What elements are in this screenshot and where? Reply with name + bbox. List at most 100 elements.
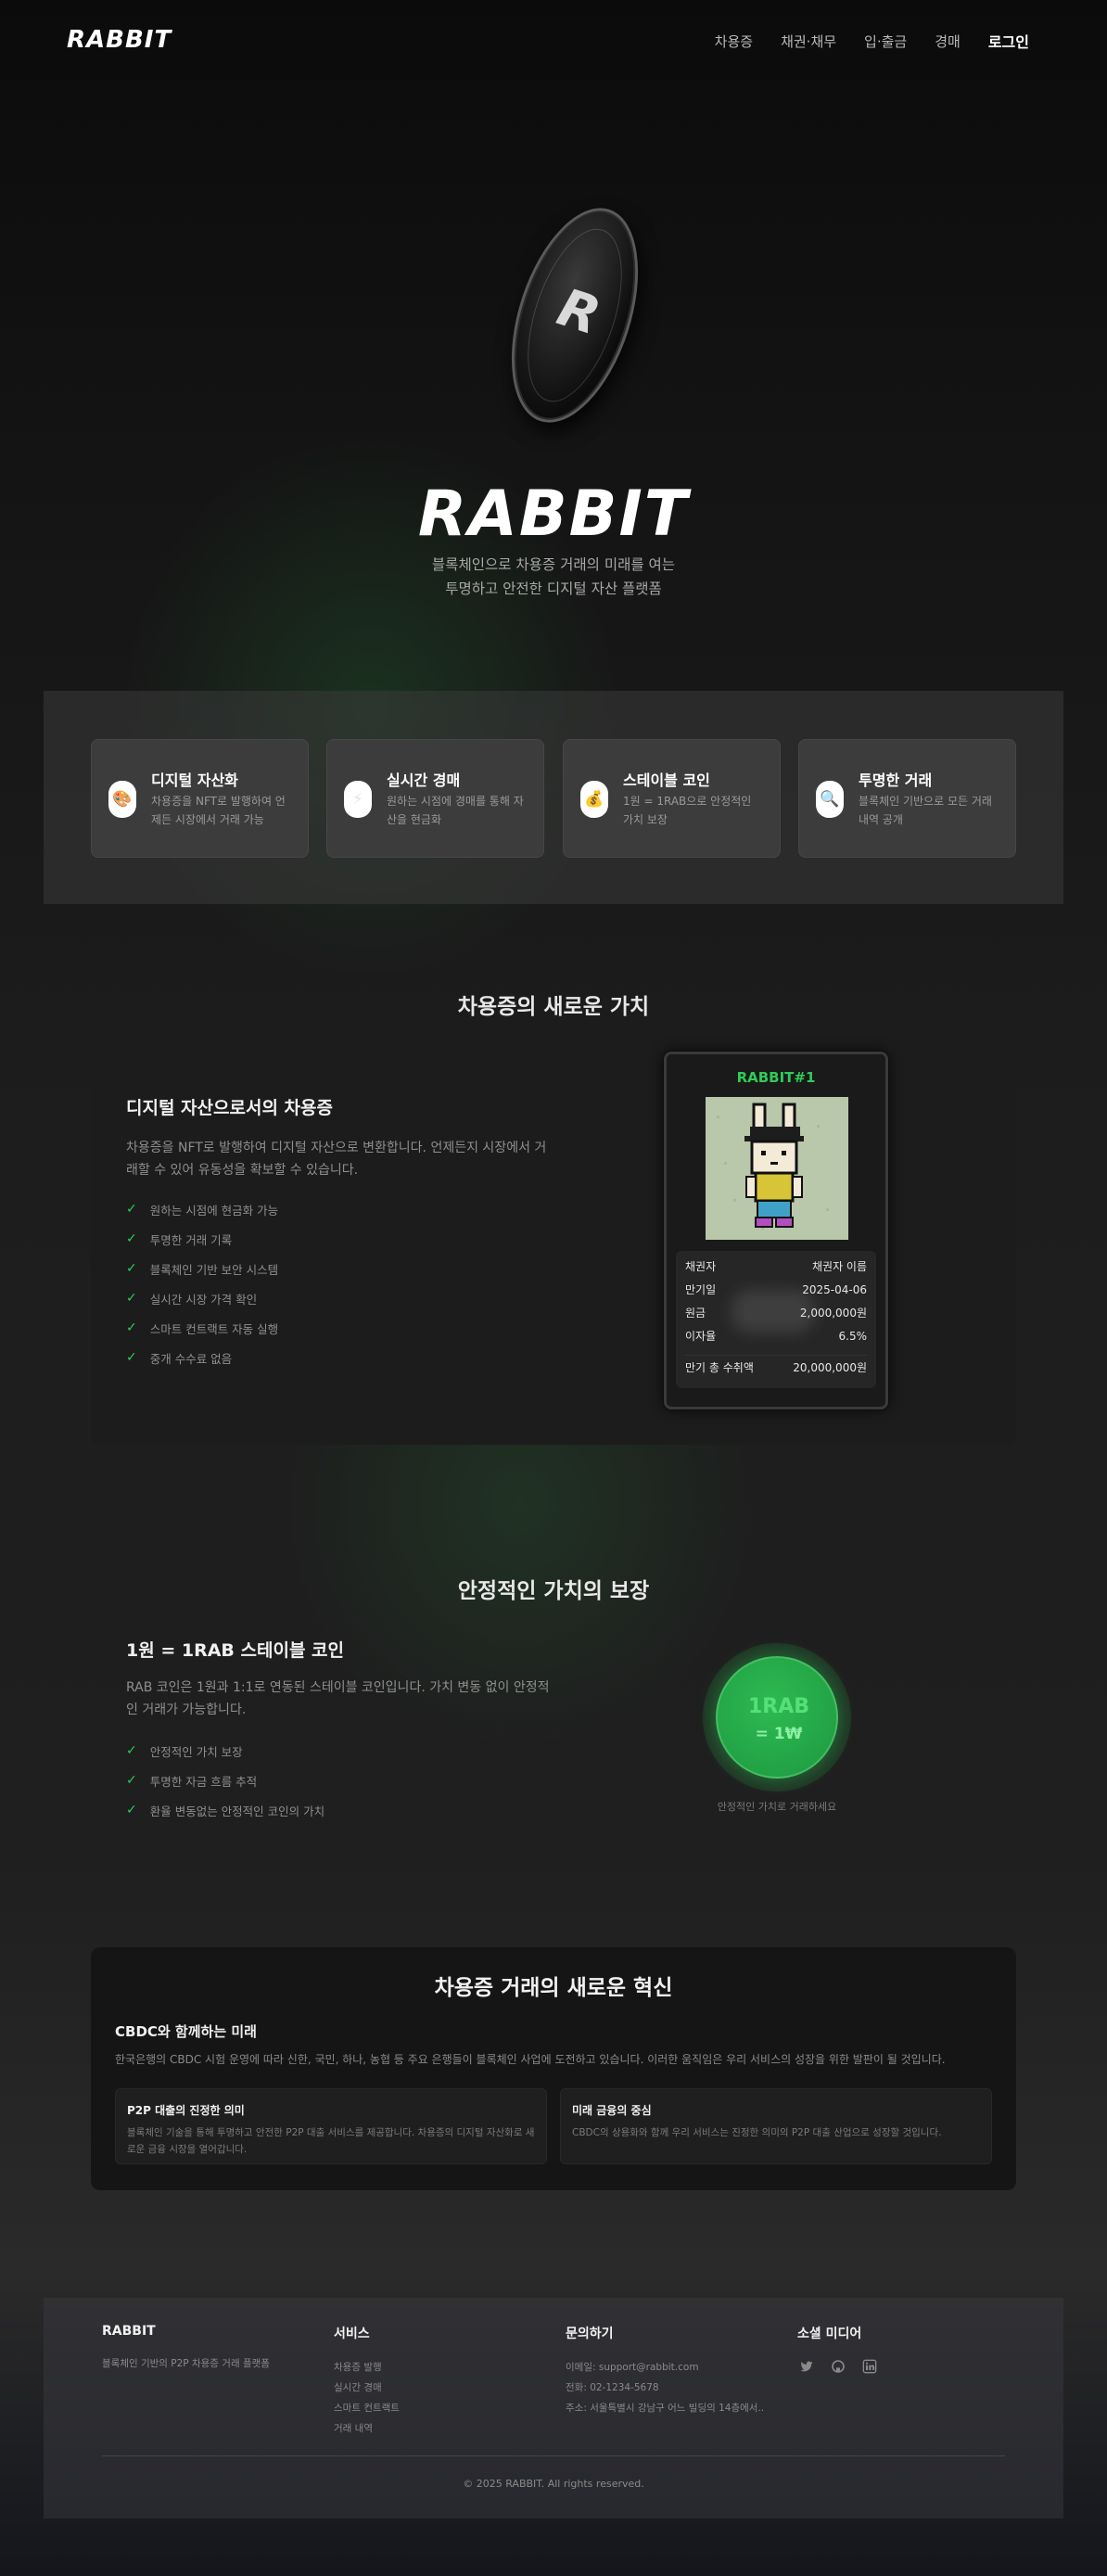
rab-coin-value: 1RAB xyxy=(747,1695,810,1718)
footer-social: 소셜 미디어 xyxy=(797,2324,879,2376)
footer-social-title: 소셜 미디어 xyxy=(797,2327,862,2341)
check-icon: ✓ xyxy=(126,1231,137,1246)
row-label: 채권자 xyxy=(685,1260,717,1273)
rab-coin-graphic: 1RAB = 1₩ xyxy=(703,1643,851,1792)
nft-card[interactable]: RABBIT#1 채권자 채권자 이름 만기일 2025-04-06 원금 2,… xyxy=(664,1052,888,1409)
check-icon: ✓ xyxy=(126,1261,137,1276)
benefit-text: 투명한 거래 기록 xyxy=(149,1232,233,1247)
check-icon: ✓ xyxy=(126,1743,137,1758)
hero-coin-image: R xyxy=(487,192,663,439)
lightning-icon: ⚡ xyxy=(344,781,372,818)
panel-subtitle: 디지털 자산으로서의 차용증 xyxy=(126,1098,333,1118)
benefit-text: 실시간 시장 가격 확인 xyxy=(149,1292,258,1307)
main-nav: 차용증 채권·채무 입·출금 경매 로그인 xyxy=(715,30,1029,52)
row-value: 6.5% xyxy=(838,1329,868,1343)
footer-contact: 문의하기 이메일: support@rabbit.com 전화: 02-1234… xyxy=(566,2324,764,2418)
footer-link-issue[interactable]: 차용증 발행 xyxy=(334,2357,400,2378)
login-link[interactable]: 로그인 xyxy=(988,30,1029,52)
features-section: 🎨 디지털 자산화 차용증을 NFT로 발행하여 언제든 시장에서 거래 가능 … xyxy=(44,691,1063,904)
nft-row-creditor: 채권자 채권자 이름 xyxy=(685,1255,867,1278)
row-label: 만기 총 수취액 xyxy=(685,1360,754,1374)
panel-description: 차용증을 NFT로 발행하여 디지털 자산으로 변환합니다. 언제든지 시장에서… xyxy=(126,1141,547,1178)
section-title-stable-value: 안정적인 가치의 보장 xyxy=(457,1579,650,1603)
loan-note-value-panel: 디지털 자산으로서의 차용증 차용증을 NFT로 발행하여 디지털 자산으로 변… xyxy=(91,1027,1016,1445)
benefit-text: 환율 변동없는 안정적인 코인의 가치 xyxy=(149,1804,325,1818)
benefit-item: ✓ 안정적인 가치 보장 xyxy=(126,1736,324,1766)
benefit-item: ✓ 원하는 시점에 현금화 가능 xyxy=(126,1194,278,1224)
benefit-item: ✓ 중개 수수료 없음 xyxy=(126,1343,278,1372)
site-footer: RABBIT 블록체인 기반의 P2P 차용증 거래 플랫폼 서비스 차용증 발… xyxy=(44,2298,1063,2519)
benefit-item: ✓ 실시간 시장 가격 확인 xyxy=(126,1283,278,1313)
innovation-description: 한국은행의 CBDC 시험 운영에 따라 신한, 국민, 하나, 농협 등 주요… xyxy=(115,2053,946,2066)
check-icon: ✓ xyxy=(126,1202,137,1217)
card-desc: CBDC의 상용화와 함께 우리 서비스는 진정한 의미의 P2P 대출 산업으… xyxy=(572,2127,942,2138)
section-title-new-value: 차용증의 새로운 가치 xyxy=(457,995,650,1019)
magnifier-icon: 🔍 xyxy=(816,781,844,818)
github-icon[interactable] xyxy=(829,2357,847,2376)
footer-link-auction[interactable]: 실시간 경매 xyxy=(334,2378,400,2398)
hero-subtitle: 블록체인으로 차용증 거래의 미래를 여는 투명하고 안전한 디지털 자산 플랫… xyxy=(0,553,1107,601)
footer-address: 주소: 서울특별시 강남구 어느 빌딩의 14층에서.. xyxy=(566,2403,765,2414)
benefit-text: 스마트 컨트랙트 자동 실행 xyxy=(149,1321,279,1336)
benefit-item: ✓ 블록체인 기반 보안 시스템 xyxy=(126,1254,278,1283)
footer-link-history[interactable]: 거래 내역 xyxy=(334,2418,400,2439)
stable-benefit-list: ✓ 안정적인 가치 보장 ✓ 투명한 자금 흐름 추적 ✓ 환율 변동없는 안정적인 … xyxy=(126,1736,324,1825)
benefit-text: 안정적인 가치 보장 xyxy=(149,1744,243,1759)
nav-deposit-withdraw[interactable]: 입·출금 xyxy=(864,32,907,51)
innovation-panel: 차용증 거래의 새로운 혁신 CBDC와 함께하는 미래 한국은행의 CBDC … xyxy=(91,1947,1016,2190)
footer-email[interactable]: 이메일: support@rabbit.com xyxy=(566,2357,764,2378)
rab-coin-face: 1RAB = 1₩ xyxy=(716,1656,838,1779)
feature-title: 실시간 경매 xyxy=(387,772,461,789)
check-icon: ✓ xyxy=(126,1773,137,1788)
footer-brand: RABBIT 블록체인 기반의 P2P 차용증 거래 플랫폼 xyxy=(102,2324,270,2374)
coin-letter: R xyxy=(550,277,607,348)
feature-card-transparent: 🔍 투명한 거래 블록체인 기반으로 모든 거래 내역 공개 xyxy=(798,739,1016,858)
benefit-item: ✓ 스마트 컨트랙트 자동 실행 xyxy=(126,1313,278,1343)
footer-link-smart-contract[interactable]: 스마트 컨트랙트 xyxy=(334,2398,400,2418)
row-label: 원금 xyxy=(685,1307,706,1320)
p2p-meaning-card: P2P 대출의 진정한 의미 블록체인 기술을 통해 투명하고 안전한 P2P … xyxy=(115,2088,547,2164)
nft-details-table: 채권자 채권자 이름 만기일 2025-04-06 원금 2,000,000원 이자율… xyxy=(676,1251,876,1388)
card-desc: 블록체인 기술을 통해 투명하고 안전한 P2P 대출 서비스를 제공합니다. … xyxy=(127,2127,535,2155)
hero-logo: RABBIT xyxy=(417,478,690,551)
row-label: 이자율 xyxy=(685,1330,717,1343)
feature-desc: 차용증을 NFT로 발행하여 언제든 시장에서 거래 가능 xyxy=(151,795,286,826)
innovation-title: 차용증 거래의 새로운 혁신 xyxy=(434,1976,673,2000)
linkedin-icon[interactable] xyxy=(860,2357,879,2376)
feature-title: 스테이블 코인 xyxy=(623,772,710,789)
footer-services-title: 서비스 xyxy=(334,2327,370,2341)
card-title: P2P 대출의 진정한 의미 xyxy=(127,2104,245,2117)
twitter-icon[interactable] xyxy=(797,2357,816,2376)
benefit-text: 중개 수수료 없음 xyxy=(149,1351,233,1366)
footer-divider xyxy=(102,2455,1005,2456)
benefit-list: ✓ 원하는 시점에 현금화 가능 ✓ 투명한 거래 기록 ✓ 블록체인 기반 보안 시… xyxy=(126,1194,278,1372)
rab-coin-caption: 안정적인 가치로 거래하세요 xyxy=(717,1801,837,1813)
check-icon: ✓ xyxy=(126,1803,137,1817)
nav-loan-note[interactable]: 차용증 xyxy=(715,32,753,51)
coin-body: R xyxy=(487,192,663,439)
stable-coin-description: RAB 코인은 1원과 1:1로 연동된 스테이블 코인입니다. 가치 변동 없… xyxy=(126,1680,550,1717)
benefit-text: 블록체인 기반 보안 시스템 xyxy=(149,1262,279,1277)
row-value: 20,000,000원 xyxy=(793,1360,867,1374)
footer-brand-desc: 블록체인 기반의 P2P 차용증 거래 플랫폼 xyxy=(102,2358,270,2369)
stable-coin-subtitle: 1원 = 1RAB 스테이블 코인 xyxy=(126,1640,344,1661)
hero-subtitle-line1: 블록체인으로 차용증 거래의 미래를 여는 xyxy=(431,556,676,573)
future-finance-card: 미래 금융의 중심 CBDC의 상용화와 함께 우리 서비스는 진정한 의미의 … xyxy=(560,2088,992,2164)
site-header: RABBIT 차용증 채권·채무 입·출금 경매 로그인 xyxy=(0,0,1107,78)
palette-icon: 🎨 xyxy=(108,781,136,818)
row-label: 만기일 xyxy=(685,1283,717,1296)
blur-overlay xyxy=(732,1290,815,1333)
row-value: 채권자 이름 xyxy=(811,1260,867,1273)
pixel-rabbit-image xyxy=(706,1097,848,1240)
nav-credit-debt[interactable]: 채권·채무 xyxy=(781,32,836,51)
feature-card-digital-asset: 🎨 디지털 자산화 차용증을 NFT로 발행하여 언제든 시장에서 거래 가능 xyxy=(91,739,309,858)
money-bag-icon: 💰 xyxy=(580,781,608,818)
social-links xyxy=(797,2357,879,2376)
footer-contact-title: 문의하기 xyxy=(566,2327,614,2341)
hero-subtitle-line2: 투명하고 안전한 디지털 자산 플랫폼 xyxy=(445,580,662,597)
feature-title: 디지털 자산화 xyxy=(151,772,238,789)
header-logo[interactable]: RABBIT xyxy=(67,26,172,54)
footer-services: 서비스 차용증 발행 실시간 경매 스마트 컨트랙트 거래 내역 xyxy=(334,2324,400,2439)
rab-coin-won: = 1₩ xyxy=(755,1725,803,1743)
nav-auction[interactable]: 경매 xyxy=(935,32,961,51)
